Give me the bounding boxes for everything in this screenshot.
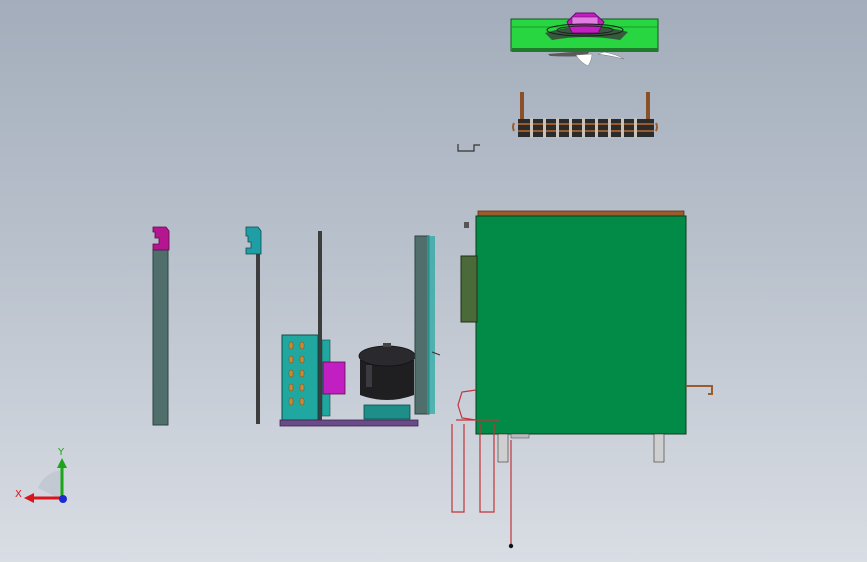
housing-side-box — [460, 255, 478, 323]
axis-triad: X Y — [15, 447, 67, 503]
side-panel[interactable] — [414, 235, 441, 415]
coil-fins — [518, 119, 654, 137]
second-bracket-post[interactable] — [245, 226, 262, 424]
x-axis-label: X — [15, 489, 22, 500]
drain-pipe — [686, 385, 713, 395]
compressor-mount — [363, 404, 411, 420]
cad-model-canvas: X Y — [15, 12, 713, 549]
fan-blade — [575, 53, 593, 67]
bracket-hook — [152, 226, 170, 251]
condenser-fan-motor — [322, 361, 346, 395]
y-axis-label: Y — [57, 447, 65, 458]
housing-front-panel — [475, 215, 687, 435]
left-bracket-post[interactable] — [152, 226, 170, 426]
cad-viewport[interactable]: X Y — [0, 0, 867, 562]
compressor-dome — [358, 345, 416, 367]
housing-leg — [497, 433, 509, 463]
compressor[interactable] — [358, 343, 416, 420]
bracket-post-body — [256, 252, 260, 424]
housing-leg — [653, 433, 665, 463]
bracket-hook — [245, 226, 262, 255]
fan-blade — [597, 51, 625, 60]
main-housing[interactable] — [460, 210, 713, 463]
evaporator-coil[interactable] — [512, 92, 658, 138]
side-panel-body — [414, 235, 430, 415]
bracket-post-body — [152, 249, 169, 426]
small-clip[interactable] — [457, 144, 480, 152]
base-plate — [279, 419, 419, 427]
condenser-upright — [318, 231, 322, 421]
top-fan-assembly[interactable] — [510, 12, 659, 67]
